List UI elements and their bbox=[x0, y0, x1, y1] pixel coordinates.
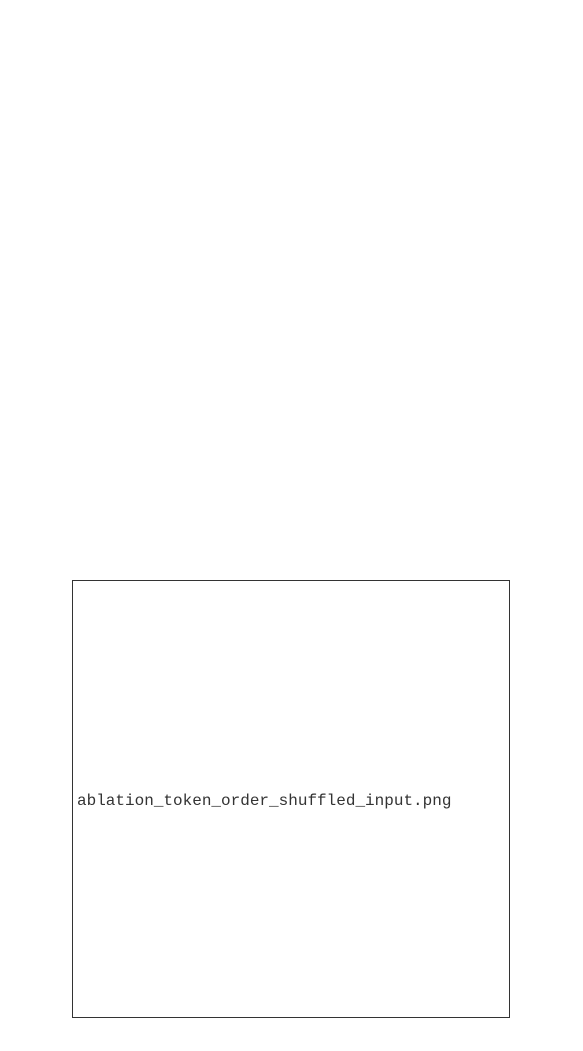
image-filename-label: ablation_token_order_shuffled_input.png bbox=[77, 792, 452, 810]
document-page: ablation_token_order_shuffled_input.png bbox=[0, 0, 583, 1051]
